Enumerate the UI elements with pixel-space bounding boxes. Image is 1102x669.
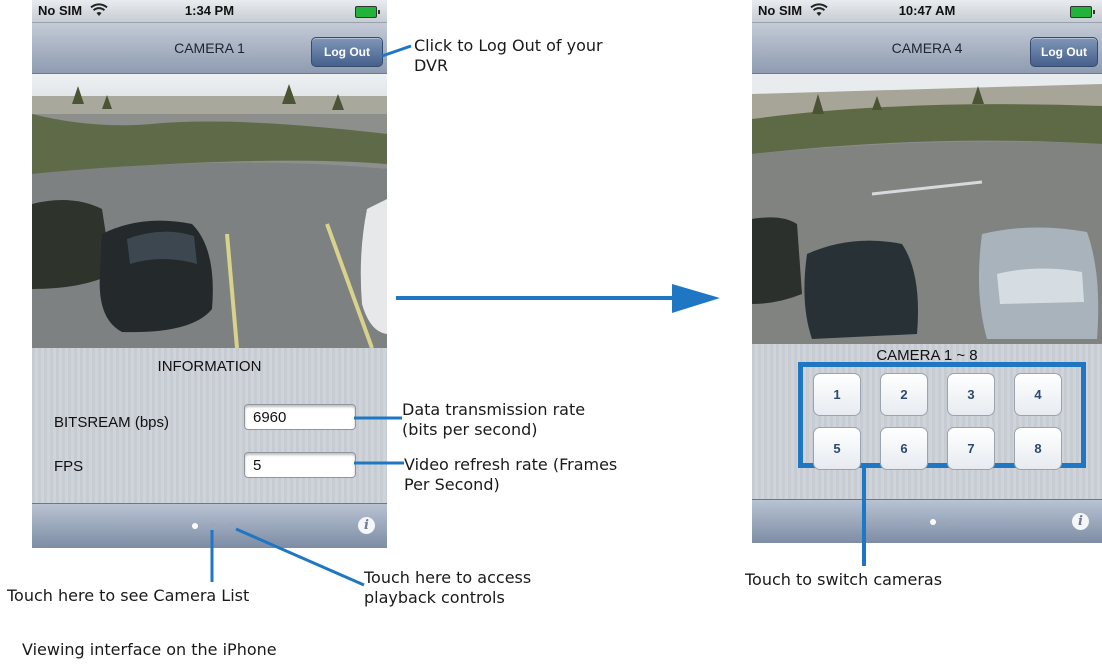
logout-callout-line xyxy=(381,44,412,58)
logout-annotation: Click to Log Out of your DVR xyxy=(414,36,603,75)
callout-lines xyxy=(210,44,866,587)
camera-list-annotation: Touch here to see Camera List xyxy=(7,586,250,605)
switch-annotation: Touch to switch cameras xyxy=(745,570,943,589)
playback-annotation: Touch here to access playback controls xyxy=(364,568,532,607)
playback-callout-line xyxy=(235,527,365,587)
arrow-right-icon xyxy=(672,284,720,313)
fps-annotation: Video refresh rate (Frames Per Second) xyxy=(404,455,618,494)
figure-caption: Viewing interface on the iPhone xyxy=(22,640,277,659)
bitrate-annotation: Data transmission rate (bits per second) xyxy=(402,400,586,439)
